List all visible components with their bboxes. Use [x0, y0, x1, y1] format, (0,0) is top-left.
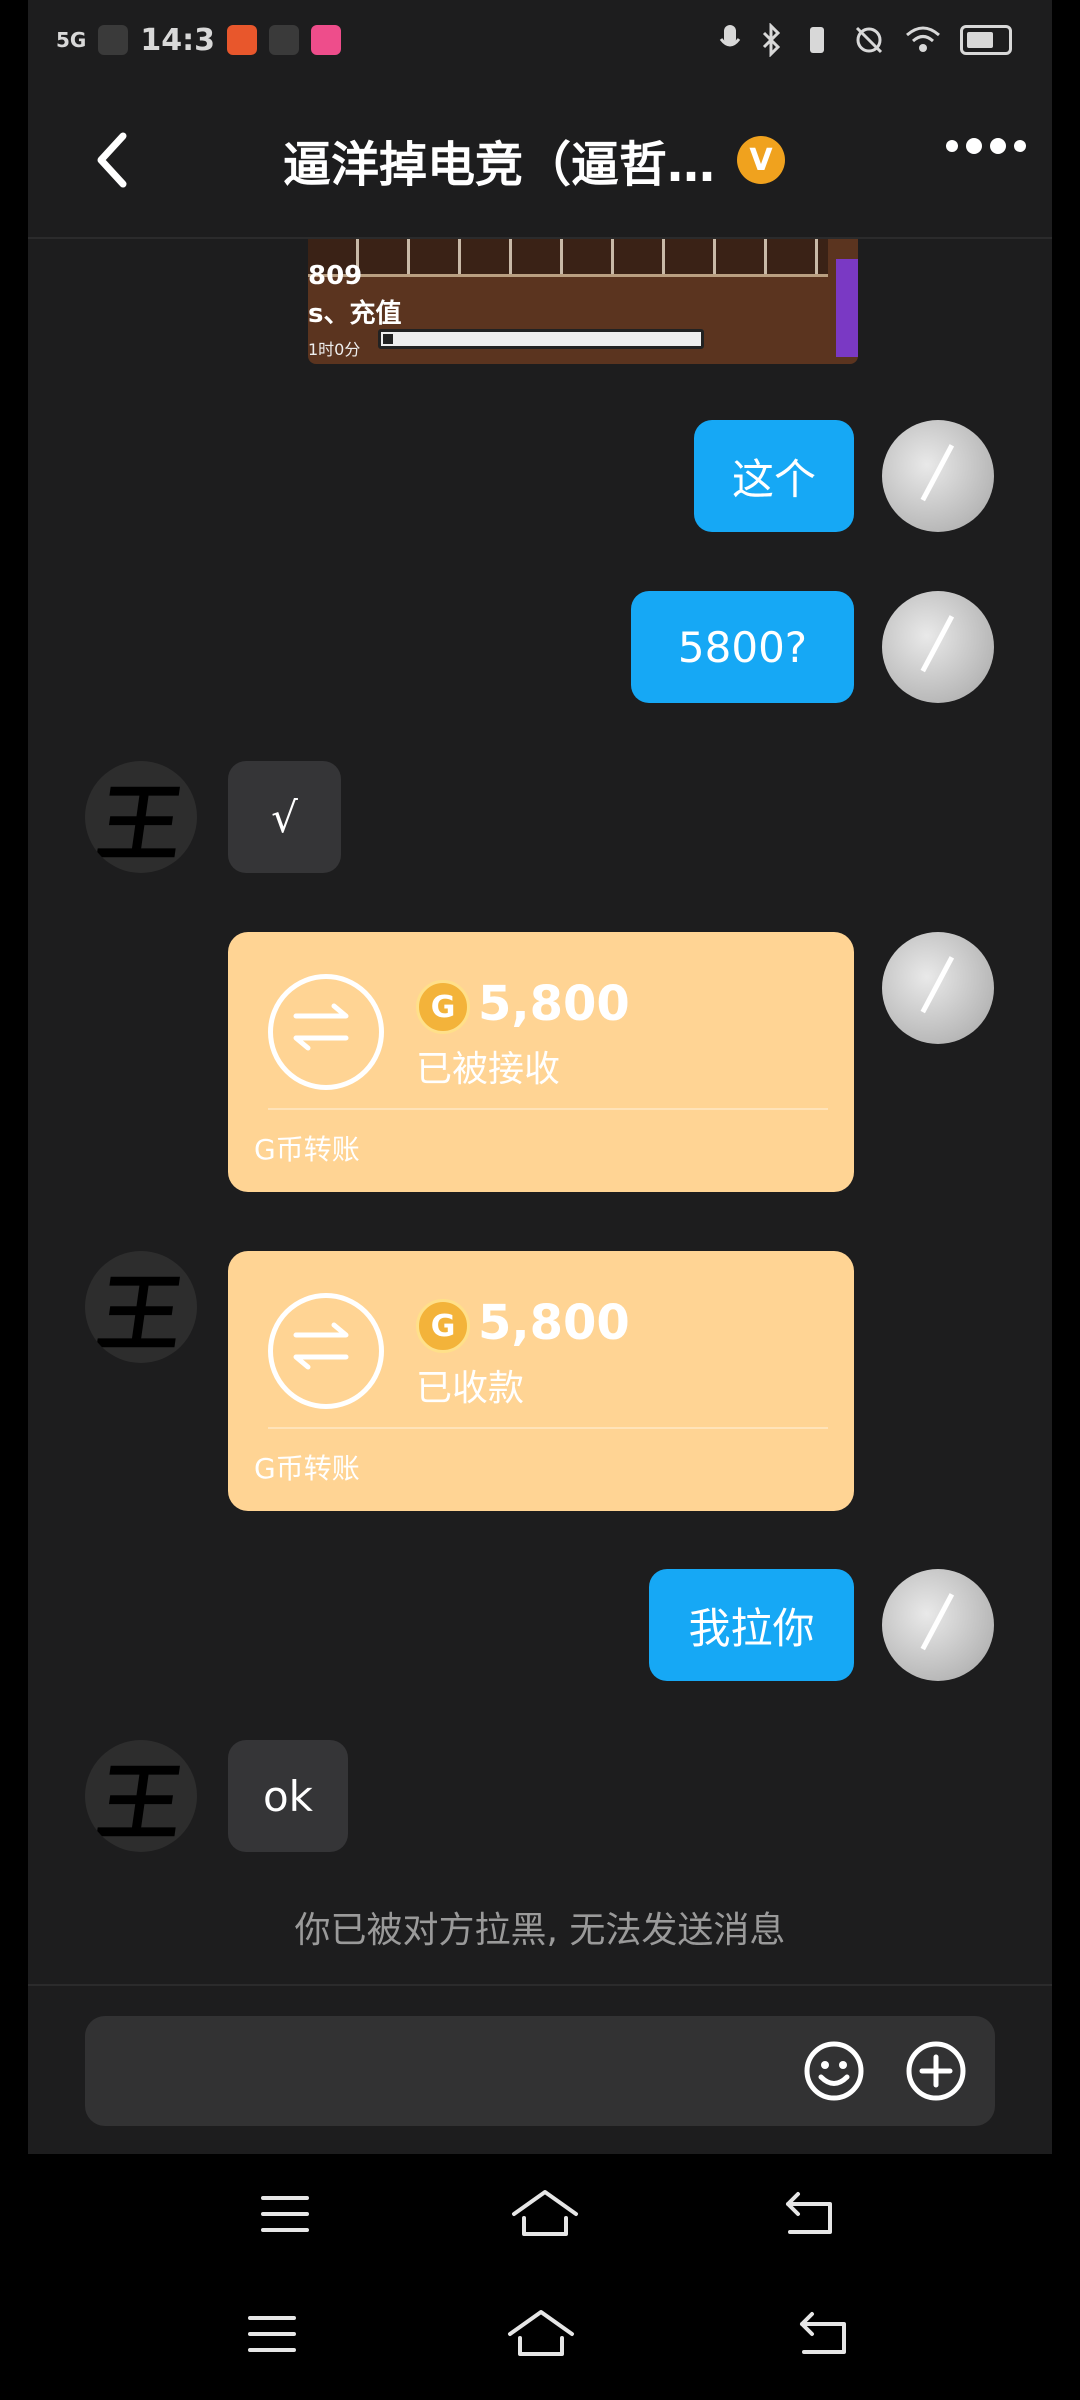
chat-header: 逼洋掉电竞（逼哲… V — [28, 80, 1052, 239]
transfer-status: 已被接收 — [416, 1049, 561, 1090]
avatar-character: 王 — [91, 1263, 190, 1363]
contact-avatar[interactable]: 王 — [85, 1251, 197, 1363]
message-input[interactable] — [109, 2040, 753, 2102]
menu-icon — [261, 2196, 309, 2232]
message-text: √ — [271, 792, 298, 842]
my-message-bubble[interactable]: 我拉你 — [649, 1569, 854, 1681]
my-avatar[interactable] — [882, 1569, 994, 1681]
g-coin-icon: G — [416, 980, 470, 1034]
status-bar: 5G 14:3 — [28, 0, 1052, 80]
more-dot-icon — [1014, 140, 1026, 152]
notification-icon — [98, 25, 129, 55]
mute-alarm-icon — [855, 26, 883, 54]
my-message-bubble[interactable]: 5800? — [631, 591, 854, 703]
image-progress-bar — [378, 329, 704, 349]
wifi-icon — [906, 26, 940, 52]
emoji-button[interactable] — [803, 2040, 865, 2102]
my-avatar[interactable] — [882, 591, 994, 703]
system-nav-bar — [0, 2274, 1080, 2394]
my-avatar[interactable] — [882, 932, 994, 1044]
tiktok-icon — [268, 25, 299, 55]
image-text: 809 — [308, 261, 363, 291]
back-button[interactable] — [78, 125, 148, 195]
contact-avatar[interactable]: 王 — [85, 761, 197, 873]
battery-icon — [960, 25, 1012, 55]
home-icon — [508, 2310, 574, 2356]
message-text: 我拉你 — [688, 1603, 815, 1653]
g-coin-icon: G — [416, 1299, 470, 1353]
microphone-icon — [719, 25, 741, 47]
transfer-icon — [268, 974, 384, 1090]
my-message-bubble[interactable]: 这个 — [694, 420, 854, 532]
contact-avatar[interactable]: 王 — [85, 1740, 197, 1852]
more-options-button[interactable] — [946, 138, 1026, 154]
menu-icon — [248, 2316, 296, 2352]
my-avatar[interactable] — [882, 420, 994, 532]
image-text: 1时0分 — [308, 340, 361, 359]
contact-message-bubble[interactable]: √ — [228, 761, 341, 873]
status-time: 14:3 — [140, 22, 215, 58]
card-divider — [268, 1427, 828, 1429]
transfer-icon — [268, 1293, 384, 1409]
back-arrow-icon — [800, 2312, 846, 2354]
input-bar — [28, 1984, 1052, 2154]
image-side-panel — [836, 259, 858, 357]
more-dot-icon — [990, 138, 1006, 154]
bluetooth-icon — [762, 23, 781, 57]
message-text: ok — [262, 1771, 314, 1821]
menu-button[interactable] — [242, 2304, 302, 2364]
network-indicator: 5G — [56, 28, 87, 52]
home-button[interactable] — [510, 2184, 578, 2244]
home-button[interactable] — [506, 2304, 574, 2364]
chevron-left-icon — [97, 132, 127, 188]
transfer-amount: 5,800 — [478, 1295, 630, 1351]
back-nav-button[interactable] — [794, 2304, 854, 2364]
image-grid — [308, 239, 828, 277]
transfer-type-label: G币转账 — [254, 1452, 360, 1485]
system-nav-bar — [0, 2154, 1080, 2274]
chat-title: 逼洋掉电竞（逼哲… — [283, 137, 716, 193]
message-text: 这个 — [731, 454, 816, 504]
card-divider — [268, 1108, 828, 1110]
avatar-character: 王 — [91, 1752, 190, 1852]
message-text: 5800? — [677, 622, 808, 672]
chat-screen: 5G 14:3 逼洋掉电竞（逼哲… V 809 s、充值 1时0分 这个 580… — [28, 0, 1052, 2154]
plus-circle-icon — [906, 2041, 966, 2101]
g-coin-transfer-card[interactable]: G 5,800 已被接收 G币转账 — [228, 932, 854, 1192]
more-dot-icon — [966, 138, 982, 154]
bilibili-icon — [310, 25, 341, 55]
transfer-status: 已收款 — [416, 1368, 525, 1409]
blocked-notice: 你已被对方拉黑, 无法发送消息 — [294, 1910, 786, 1951]
more-dot-icon — [946, 140, 958, 152]
app-notification-icon — [226, 25, 257, 55]
vibrate-icon — [810, 27, 824, 53]
avatar-character: 王 — [91, 773, 190, 873]
message-input-container[interactable] — [85, 2016, 995, 2126]
menu-button[interactable] — [255, 2184, 315, 2244]
transfer-amount: 5,800 — [478, 976, 630, 1032]
back-arrow-icon — [786, 2192, 832, 2234]
message-list[interactable]: 809 s、充值 1时0分 这个 5800? 王 √ G 5,800 已被接收 … — [28, 239, 1052, 1984]
plus-button[interactable] — [905, 2040, 967, 2102]
verified-badge-icon: V — [737, 136, 786, 184]
home-icon — [512, 2190, 578, 2236]
transfer-type-label: G币转账 — [254, 1133, 360, 1166]
back-nav-button[interactable] — [780, 2184, 840, 2244]
image-text: s、充值 — [308, 299, 402, 329]
contact-message-bubble[interactable]: ok — [228, 1740, 348, 1852]
emoji-smile-icon — [804, 2041, 864, 2101]
g-coin-transfer-card[interactable]: G 5,800 已收款 G币转账 — [228, 1251, 854, 1511]
image-message[interactable]: 809 s、充值 1时0分 — [308, 239, 858, 364]
